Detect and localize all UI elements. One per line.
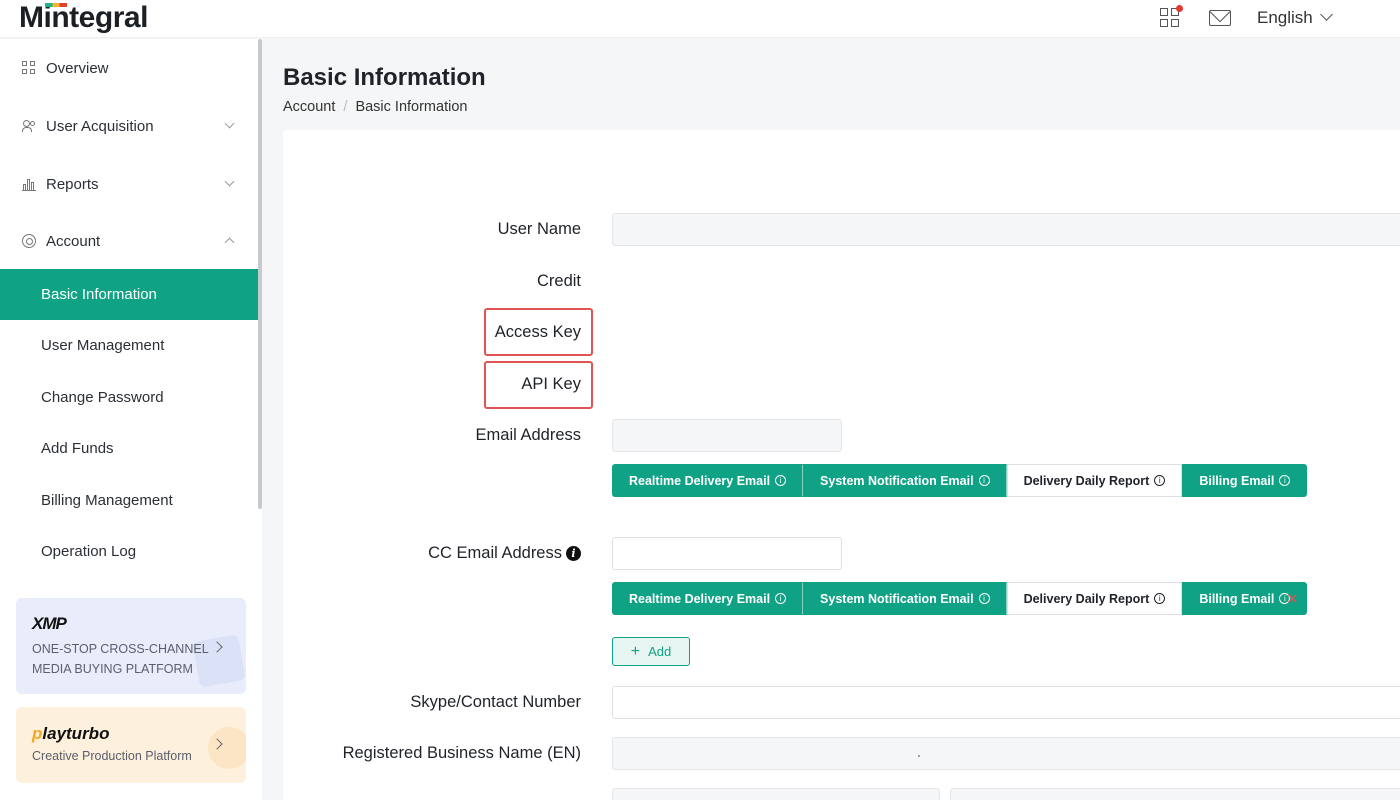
decorative-shape xyxy=(208,727,246,769)
info-icon[interactable]: i xyxy=(566,546,581,561)
sidebar-item-label: Add Funds xyxy=(41,440,114,457)
chart-icon xyxy=(22,177,36,191)
skype-contact-field[interactable] xyxy=(612,686,1400,719)
skype-label: Skype/Contact Number xyxy=(410,693,581,711)
mail-icon[interactable] xyxy=(1209,10,1231,26)
tag-billing-email[interactable]: Billing Email i xyxy=(1182,464,1308,497)
email-field[interactable] xyxy=(612,419,842,452)
tag-delivery-daily-report[interactable]: Delivery Daily Report i xyxy=(1006,464,1183,497)
grid-icon xyxy=(22,61,36,75)
xmp-logo: XMP xyxy=(32,614,67,633)
tag-delivery-daily-report[interactable]: Delivery Daily Report i xyxy=(1006,582,1183,615)
xmp-promo-card[interactable]: XMP ONE-STOP CROSS-CHANNEL MEDIA BUYING … xyxy=(16,598,246,694)
remove-cc-email-icon[interactable]: ✕ xyxy=(1286,590,1299,608)
sidebar-item-label: Change Password xyxy=(41,389,164,406)
info-icon: i xyxy=(1154,593,1166,604)
mintegral-logo[interactable]: Mi ntegral xyxy=(19,0,148,36)
logo-text: Mi ntegral xyxy=(19,1,148,34)
sidebar-item-overview[interactable]: Overview xyxy=(0,49,258,89)
chevron-down-icon xyxy=(224,118,235,129)
add-cc-email-button[interactable]: + Add xyxy=(612,637,690,666)
sidebar-item-operation-log[interactable]: Operation Log xyxy=(0,526,258,577)
sidebar-item-billing-management[interactable]: Billing Management xyxy=(0,475,258,526)
sidebar-item-add-funds[interactable]: Add Funds xyxy=(0,423,258,474)
dot-mark xyxy=(918,755,920,757)
business-name-label: Registered Business Name (EN) xyxy=(342,744,581,762)
sidebar-item-label: Reports xyxy=(46,176,99,193)
email-type-tags: Realtime Delivery Email i System Notifica… xyxy=(612,464,1308,497)
plus-icon: + xyxy=(630,642,641,660)
info-icon: i xyxy=(775,475,787,486)
credit-label: Credit xyxy=(536,272,581,290)
tag-system-notification-email[interactable]: System Notification Email i xyxy=(803,464,1007,497)
sidebar-item-reports[interactable]: Reports xyxy=(0,165,258,205)
apps-grid-icon[interactable] xyxy=(1160,5,1183,28)
tag-system-notification-email[interactable]: System Notification Email i xyxy=(803,582,1007,615)
language-selector[interactable]: English xyxy=(1257,8,1313,28)
sidebar-item-label: Account xyxy=(46,233,101,250)
gear-icon xyxy=(22,234,36,248)
business-name-field[interactable] xyxy=(612,737,1400,770)
api-key-label: API Key xyxy=(521,375,581,393)
page-title: Basic Information xyxy=(283,64,486,91)
sidebar-item-label: Operation Log xyxy=(41,543,137,560)
user-name-label: User Name xyxy=(497,220,581,238)
playturbo-tagline: Creative Production Platform xyxy=(32,749,192,763)
breadcrumb-account[interactable]: Account xyxy=(283,99,335,115)
sidebar-item-label: User Management xyxy=(41,337,165,354)
sidebar-item-basic-information[interactable]: Basic Information xyxy=(0,269,258,320)
info-icon: i xyxy=(1154,475,1166,486)
tag-realtime-delivery-email[interactable]: Realtime Delivery Email i xyxy=(612,464,804,497)
sidebar-item-change-password[interactable]: Change Password xyxy=(0,372,258,423)
chevron-up-icon xyxy=(224,237,235,248)
playturbo-logo: playturbo xyxy=(32,724,110,743)
extra-field-right[interactable] xyxy=(950,788,1400,800)
sidebar-item-label: Billing Management xyxy=(41,492,173,509)
sidebar-item-account[interactable]: Account xyxy=(0,222,258,262)
sidebar: Overview User Acquisition Reports Accoun… xyxy=(0,39,262,800)
info-icon: i xyxy=(775,593,787,604)
info-icon: i xyxy=(1279,475,1291,486)
sidebar-scrollbar[interactable] xyxy=(258,39,262,509)
chevron-down-icon[interactable] xyxy=(1320,8,1333,21)
top-header: Mi ntegral English xyxy=(0,0,1400,38)
cc-email-label: CC Email Address i xyxy=(428,544,581,563)
email-address-label: Email Address xyxy=(475,426,581,444)
cc-email-field[interactable] xyxy=(612,537,842,570)
sidebar-item-user-acquisition[interactable]: User Acquisition xyxy=(0,107,258,147)
breadcrumb-current: Basic Information xyxy=(355,99,468,115)
chevron-down-icon xyxy=(224,176,235,187)
tag-realtime-delivery-email[interactable]: Realtime Delivery Email i xyxy=(612,582,804,615)
sidebar-item-user-management[interactable]: User Management xyxy=(0,320,258,371)
notification-dot xyxy=(1176,5,1183,12)
breadcrumb: Account / Basic Information xyxy=(283,99,468,115)
sidebar-item-label: Basic Information xyxy=(41,286,157,303)
access-key-label: Access Key xyxy=(494,323,581,341)
xmp-tagline: ONE-STOP CROSS-CHANNEL MEDIA BUYING PLAT… xyxy=(32,642,209,676)
user-name-field[interactable] xyxy=(612,213,1400,246)
cc-email-type-tags: Realtime Delivery Email i System Notifica… xyxy=(612,582,1308,615)
extra-field-left[interactable] xyxy=(612,788,940,800)
users-icon xyxy=(22,119,36,133)
sidebar-item-label: Overview xyxy=(46,60,109,77)
sidebar-item-label: User Acquisition xyxy=(46,118,154,135)
playturbo-promo-card[interactable]: playturbo Creative Production Platform xyxy=(16,707,246,783)
info-icon: i xyxy=(978,475,990,486)
info-icon: i xyxy=(978,593,990,604)
